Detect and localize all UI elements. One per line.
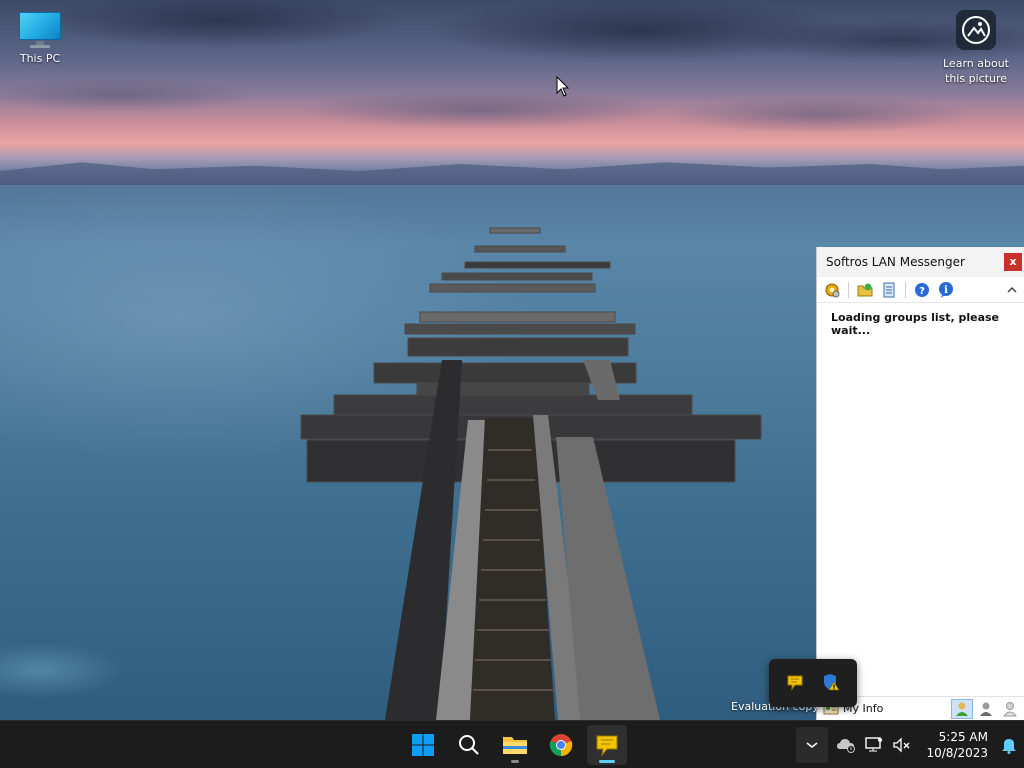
network-monitor-icon: [865, 737, 883, 752]
search-button[interactable]: [449, 725, 489, 765]
windows-logo-icon: [412, 734, 434, 756]
about-info-icon[interactable]: i: [935, 279, 957, 301]
messenger-title: Softros LAN Messenger: [826, 255, 965, 269]
onedrive-tray-button[interactable]: [832, 727, 860, 763]
open-folder-icon[interactable]: [854, 279, 876, 301]
file-explorer-button[interactable]: [495, 725, 535, 765]
notifications-button[interactable]: [994, 727, 1024, 763]
learn-about-picture-label: Learn about this picture: [943, 57, 1009, 85]
chevron-down-icon: [807, 742, 818, 748]
status-selector: [951, 698, 1024, 719]
network-tray-button[interactable]: [860, 727, 888, 763]
softros-messenger-taskbar-button[interactable]: [587, 725, 627, 765]
toolbar-separator: [848, 281, 849, 298]
chrome-button[interactable]: [541, 725, 581, 765]
bell-icon: [1002, 739, 1016, 754]
help-icon[interactable]: ?: [911, 279, 933, 301]
security-warning-icon[interactable]: !: [822, 673, 840, 694]
search-icon: [459, 735, 479, 755]
taskbar: 5:25 AM 10/8/2023: [0, 720, 1024, 768]
svg-text:!: !: [832, 683, 835, 691]
status-away-user-icon[interactable]: [975, 699, 997, 719]
loading-groups-text: Loading groups list, please wait...: [831, 311, 999, 337]
status-offline-user-icon[interactable]: [999, 699, 1021, 719]
clock-date: 10/8/2023: [926, 746, 988, 760]
onedrive-cloud-icon: [837, 739, 856, 753]
computer-icon: [19, 12, 61, 48]
volume-tray-button[interactable]: [888, 727, 916, 763]
taskbar-clock[interactable]: 5:25 AM 10/8/2023: [916, 729, 994, 761]
messenger-toolbar: ? i: [817, 277, 1024, 303]
chrome-icon: [549, 734, 573, 757]
toolbar-separator: [905, 281, 906, 298]
taskbar-apps: [403, 725, 627, 765]
close-button[interactable]: x: [1004, 253, 1022, 271]
message-history-icon[interactable]: [878, 279, 900, 301]
settings-gear-icon[interactable]: [821, 279, 843, 301]
running-indicator: [511, 760, 519, 763]
svg-text:?: ?: [919, 286, 925, 297]
messenger-title-bar[interactable]: Softros LAN Messenger x: [817, 247, 1024, 277]
tray-overflow-flyout: !: [769, 659, 857, 707]
collapse-toolbar-chevron-up-icon[interactable]: [1004, 282, 1020, 298]
clock-time: 5:25 AM: [938, 730, 988, 744]
softros-messenger-window[interactable]: Softros LAN Messenger x ? i Loading grou…: [816, 247, 1024, 720]
speaker-muted-icon: [893, 737, 910, 753]
system-tray: 5:25 AM 10/8/2023: [796, 721, 1024, 768]
softros-messenger-icon: [596, 735, 618, 757]
softros-messenger-tray-icon[interactable]: [786, 673, 804, 694]
this-pc-desktop-icon[interactable]: This PC: [0, 10, 80, 65]
this-pc-label: This PC: [19, 52, 61, 65]
start-button[interactable]: [403, 725, 443, 765]
active-window-indicator: [599, 760, 615, 763]
show-hidden-icons-button[interactable]: [796, 727, 829, 763]
camera-info-icon: [956, 10, 996, 50]
learn-about-picture-desktop-icon[interactable]: Learn about this picture: [936, 10, 1016, 86]
svg-text:i: i: [944, 285, 948, 296]
mouse-cursor-icon: [556, 76, 570, 97]
folder-icon: [503, 737, 527, 754]
status-online-user-icon[interactable]: [951, 698, 973, 719]
